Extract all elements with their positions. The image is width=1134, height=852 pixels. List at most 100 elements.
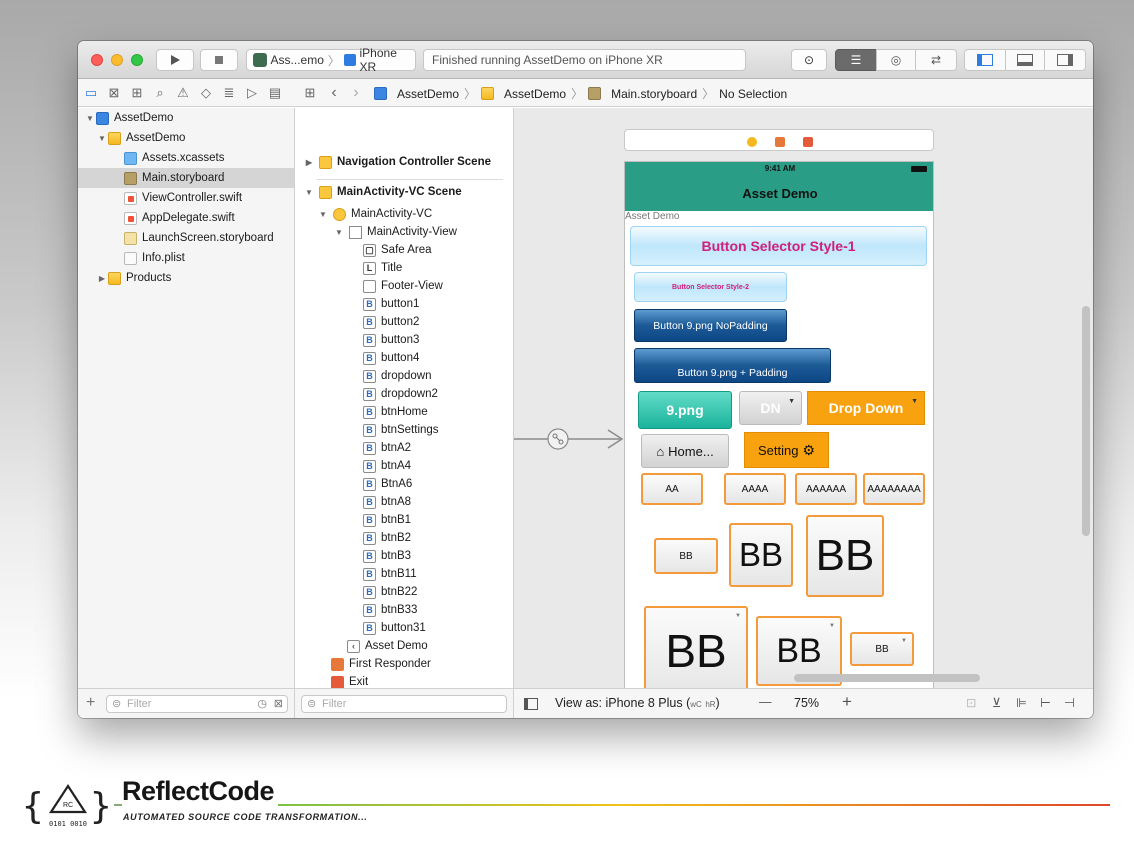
- outline-filter-input[interactable]: ⊜ Filter: [301, 695, 507, 713]
- outline-row[interactable]: Bbutton31: [363, 619, 426, 637]
- assistant-editor-button[interactable]: ◎: [876, 49, 916, 71]
- breadcrumb-folder[interactable]: AssetDemo: [504, 87, 566, 101]
- outline-scene-row[interactable]: ▼ MainActivity-VC Scene: [303, 183, 462, 201]
- library-button[interactable]: ⊙: [791, 49, 827, 71]
- breadcrumb-selection[interactable]: No Selection: [719, 87, 787, 101]
- breakpoint-icon[interactable]: ▷: [244, 85, 260, 101]
- version-editor-button[interactable]: ⇄: [915, 49, 957, 71]
- outline-row[interactable]: L Title: [363, 259, 402, 277]
- btnA8[interactable]: AAAAAAAA: [863, 473, 925, 505]
- tree-item[interactable]: ▼ AssetDemo: [78, 108, 294, 128]
- back-arrow-icon[interactable]: ‹: [326, 85, 342, 101]
- outline-row[interactable]: Bdropdown: [363, 367, 432, 385]
- find-icon[interactable]: ⌕: [152, 85, 168, 101]
- disclosure-open-icon[interactable]: ▼: [96, 134, 108, 143]
- navigator-toggle[interactable]: [964, 49, 1006, 71]
- stop-button[interactable]: [200, 49, 238, 71]
- align-icon[interactable]: ⊫: [1016, 695, 1027, 710]
- scheme-selector[interactable]: Ass...emo 〉 iPhone XR: [246, 46, 416, 74]
- warning-icon[interactable]: ⚠: [175, 85, 191, 101]
- disclosure-open-icon[interactable]: ▼: [333, 228, 345, 237]
- tree-item[interactable]: Assets.xcassets: [78, 148, 294, 168]
- outline-row[interactable]: B BtnA6: [363, 475, 412, 493]
- resolve-issues-icon[interactable]: ⊣: [1064, 695, 1075, 710]
- btnB1[interactable]: BB: [654, 538, 718, 574]
- outline-row[interactable]: BbtnHome: [363, 403, 428, 421]
- zoom-level[interactable]: 75%: [794, 696, 819, 710]
- close-button[interactable]: [91, 54, 103, 66]
- outline-row[interactable]: BbtnA8: [363, 493, 411, 511]
- btnB3[interactable]: BB: [806, 515, 884, 597]
- breadcrumb-file[interactable]: Main.storyboard: [611, 87, 697, 101]
- button4[interactable]: Button 9.png + Padding: [634, 348, 831, 383]
- outline-scene-row[interactable]: ▶ Navigation Controller Scene: [303, 153, 491, 171]
- outline-row[interactable]: First Responder: [331, 655, 431, 673]
- zoom-out-button[interactable]: —: [759, 695, 772, 709]
- BtnA6[interactable]: AAAAAA: [795, 473, 857, 505]
- first-responder-dock-icon[interactable]: [775, 137, 785, 147]
- button2[interactable]: Button Selector Style-2: [634, 272, 787, 302]
- outline-row[interactable]: Bbutton3: [363, 331, 419, 349]
- tree-item[interactable]: Main.storyboard: [78, 168, 294, 188]
- exit-dock-icon[interactable]: [803, 137, 813, 147]
- outline-row[interactable]: BbtnB1: [363, 511, 411, 529]
- disclosure-open-icon[interactable]: ▼: [84, 114, 96, 123]
- breadcrumb-project[interactable]: AssetDemo: [397, 87, 459, 101]
- tree-item[interactable]: ▼ AssetDemo: [78, 128, 294, 148]
- minimize-button[interactable]: [111, 54, 123, 66]
- drop-down-button[interactable]: Drop Down ▼: [807, 391, 925, 425]
- btnHome[interactable]: ⌂ Home...: [641, 434, 729, 468]
- standard-editor-button[interactable]: ☰: [835, 49, 877, 71]
- iphone-scene[interactable]: 9:41 AM Asset Demo Asset Demo Button Sel…: [624, 161, 934, 688]
- outline-row[interactable]: BbtnB3: [363, 547, 411, 565]
- source-control-icon[interactable]: ⊠: [106, 85, 122, 101]
- pin-icon[interactable]: ⊢: [1040, 695, 1051, 710]
- dropdown[interactable]: 9.png: [638, 391, 732, 429]
- tree-item[interactable]: ▶ Products: [78, 268, 294, 288]
- debug-icon[interactable]: ≣: [221, 85, 237, 101]
- disclosure-closed-icon[interactable]: ▶: [96, 274, 108, 283]
- outline-row[interactable]: BbtnB2: [363, 529, 411, 547]
- disclosure-open-icon[interactable]: ▼: [303, 188, 315, 197]
- outline-row[interactable]: Bbutton1: [363, 295, 419, 313]
- related-items-icon[interactable]: ⊞: [302, 85, 318, 101]
- btnB33[interactable]: BB ▼: [850, 632, 914, 666]
- storyboard-canvas[interactable]: 9:41 AM Asset Demo Asset Demo Button Sel…: [514, 108, 1093, 688]
- dropdown2[interactable]: DN ▼: [739, 391, 802, 425]
- button1[interactable]: Button Selector Style-1: [630, 226, 927, 266]
- tree-item[interactable]: AppDelegate.swift: [78, 208, 294, 228]
- outline-row[interactable]: Footer-View: [363, 277, 443, 295]
- update-frames-icon[interactable]: ⊡: [966, 695, 976, 710]
- tree-item[interactable]: ViewController.swift: [78, 188, 294, 208]
- inspector-toggle[interactable]: [1044, 49, 1086, 71]
- run-button[interactable]: [156, 49, 194, 71]
- vertical-scrollbar[interactable]: [1082, 306, 1090, 536]
- tree-item[interactable]: Info.plist: [78, 248, 294, 268]
- outline-row[interactable]: Bbutton4: [363, 349, 419, 367]
- outline-row[interactable]: BbtnB11: [363, 565, 417, 583]
- disclosure-open-icon[interactable]: ▼: [317, 210, 329, 219]
- recent-files-icon[interactable]: ◷: [257, 696, 267, 712]
- outline-row[interactable]: BbtnB22: [363, 583, 417, 601]
- disclosure-closed-icon[interactable]: ▶: [303, 158, 315, 167]
- zoom-button[interactable]: [131, 54, 143, 66]
- test-icon[interactable]: ◇: [198, 85, 214, 101]
- btnA2[interactable]: AA: [641, 473, 703, 505]
- debug-area-toggle[interactable]: [1005, 49, 1045, 71]
- outline-row[interactable]: ▢ Safe Area: [363, 241, 432, 259]
- outline-row[interactable]: BbtnA2: [363, 439, 411, 457]
- outline-row[interactable]: BbtnA4: [363, 457, 411, 475]
- outline-row[interactable]: Bbutton2: [363, 313, 419, 331]
- segue-arrow[interactable]: [514, 424, 624, 454]
- zoom-in-button[interactable]: +: [842, 692, 852, 712]
- embed-in-icon[interactable]: ⊻: [992, 695, 1001, 710]
- btnB2[interactable]: BB: [729, 523, 793, 587]
- horizontal-scrollbar[interactable]: [794, 674, 980, 682]
- folder-navigator-icon[interactable]: ▭: [83, 85, 99, 101]
- outline-row[interactable]: ▼ MainActivity-View: [333, 223, 457, 241]
- vc-dock-icon[interactable]: [747, 137, 757, 147]
- symbol-navigator-icon[interactable]: ⊞: [129, 85, 145, 101]
- btnSettings[interactable]: Setting ⚙: [744, 432, 829, 468]
- outline-row[interactable]: BbtnB33: [363, 601, 417, 619]
- tree-item[interactable]: LaunchScreen.storyboard: [78, 228, 294, 248]
